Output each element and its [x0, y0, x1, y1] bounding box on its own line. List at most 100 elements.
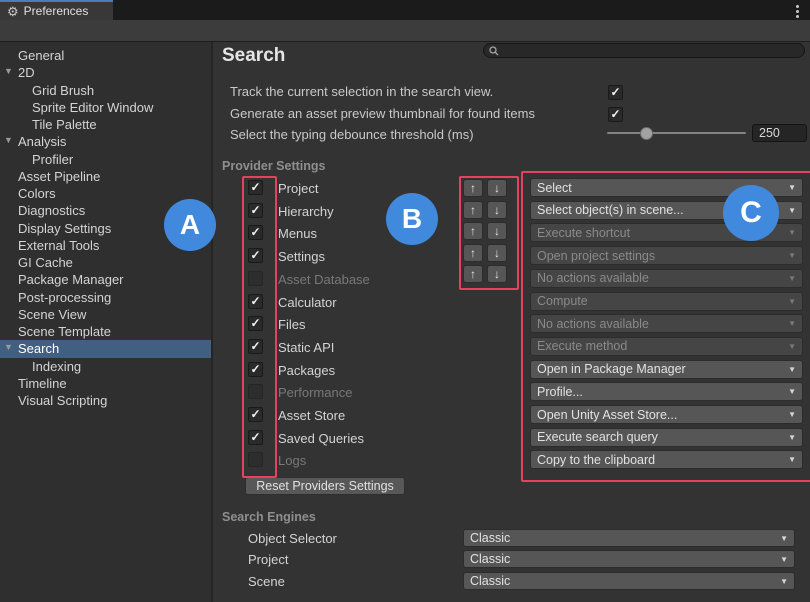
sidebar-item-label: Analysis — [18, 134, 66, 149]
provider-action-dropdown-logs[interactable]: Copy to the clipboard▼ — [530, 450, 803, 469]
expander-icon[interactable]: ▼ — [4, 343, 13, 352]
provider-checkbox-files[interactable]: ✓ — [248, 316, 263, 331]
provider-checkbox-menus[interactable]: ✓ — [248, 225, 263, 240]
provider-checkbox-logs[interactable] — [248, 452, 263, 467]
sidebar-item-colors[interactable]: Colors — [0, 185, 211, 202]
provider-action-dropdown-hierarchy[interactable]: Select object(s) in scene...▼ — [530, 201, 803, 220]
sidebar-item-timeline[interactable]: Timeline — [0, 375, 211, 392]
reset-providers-button[interactable]: Reset Providers Settings — [245, 477, 405, 495]
provider-checkbox-calculator[interactable]: ✓ — [248, 294, 263, 309]
provider-action-dropdown-settings[interactable]: Open project settings▼ — [530, 246, 803, 265]
asset-preview-checkbox[interactable]: ✓ — [608, 107, 623, 122]
provider-checkbox-asset-store[interactable]: ✓ — [248, 407, 263, 422]
expander-icon[interactable]: ▼ — [4, 67, 13, 76]
dropdown-value: No actions available — [537, 317, 649, 331]
track-selection-checkbox[interactable]: ✓ — [608, 85, 623, 100]
check-icon: ✓ — [610, 86, 620, 98]
move-up-button[interactable]: ↑ — [463, 265, 483, 283]
sidebar-item-profiler[interactable]: Profiler — [0, 151, 211, 168]
sidebar-list: General▼2DGrid BrushSprite Editor Window… — [0, 47, 211, 409]
move-up-button[interactable]: ↑ — [463, 179, 483, 197]
check-icon: ✓ — [250, 431, 260, 443]
check-icon: ✓ — [250, 317, 260, 329]
move-up-button[interactable]: ↑ — [463, 222, 483, 240]
expander-icon[interactable]: ▼ — [4, 136, 13, 145]
sidebar-item-diagnostics[interactable]: Diagnostics — [0, 202, 211, 219]
move-up-button[interactable]: ↑ — [463, 201, 483, 219]
provider-action-dropdown-project[interactable]: Select ▼ — [530, 178, 803, 197]
provider-action-dropdown-calculator[interactable]: Compute▼ — [530, 292, 803, 311]
debounce-slider-handle[interactable] — [640, 127, 653, 140]
dropdown-value: No actions available — [537, 271, 649, 285]
dropdown-value: Select — [537, 181, 572, 195]
sidebar-item-grid-brush[interactable]: Grid Brush — [0, 82, 211, 99]
tab-preferences[interactable]: ⚙ Preferences — [0, 0, 113, 20]
check-icon: ✓ — [250, 226, 260, 238]
move-down-button[interactable]: ↓ — [487, 244, 507, 262]
check-icon: ✓ — [250, 249, 260, 261]
sidebar-item-general[interactable]: General — [0, 47, 211, 64]
sidebar-item-label: Scene Template — [18, 324, 111, 339]
provider-checkbox-asset-database[interactable] — [248, 271, 263, 286]
engine-object-selector-dropdown[interactable]: Classic ▼ — [463, 529, 795, 547]
sidebar-item-display-settings[interactable]: Display Settings — [0, 220, 211, 237]
provider-checkbox-performance[interactable] — [248, 384, 263, 399]
sidebar-item-indexing[interactable]: Indexing — [0, 358, 211, 375]
search-input-field[interactable] — [503, 45, 793, 57]
asset-preview-label: Generate an asset preview thumbnail for … — [230, 106, 535, 121]
sidebar-item-tile-palette[interactable]: Tile Palette — [0, 116, 211, 133]
sidebar-item-package-manager[interactable]: Package Manager — [0, 271, 211, 288]
sidebar-item-scene-view[interactable]: Scene View — [0, 306, 211, 323]
provider-action-dropdown-static-api[interactable]: Execute method▼ — [530, 337, 803, 356]
provider-action-dropdown-asset-database[interactable]: No actions available▼ — [530, 269, 803, 288]
sidebar-item-visual-scripting[interactable]: Visual Scripting — [0, 392, 211, 409]
debounce-slider-track[interactable] — [607, 132, 746, 134]
sidebar-item-label: Display Settings — [18, 221, 111, 236]
dropdown-value: Open Unity Asset Store... — [537, 408, 677, 422]
sidebar-item-gi-cache[interactable]: GI Cache — [0, 254, 211, 271]
provider-action-dropdown-performance[interactable]: Profile...▼ — [530, 382, 803, 401]
provider-action-dropdown-files[interactable]: No actions available▼ — [530, 314, 803, 333]
kebab-menu-icon[interactable] — [796, 4, 799, 19]
move-down-button[interactable]: ↓ — [487, 179, 507, 197]
check-icon: ✓ — [250, 204, 260, 216]
sidebar-item-scene-template[interactable]: Scene Template — [0, 323, 211, 340]
sidebar-item-analysis[interactable]: ▼ Analysis — [0, 133, 211, 150]
sidebar: General▼2DGrid BrushSprite Editor Window… — [0, 42, 211, 602]
provider-action-dropdown-saved-queries[interactable]: Execute search query▼ — [530, 428, 803, 447]
dropdown-value: Classic — [470, 552, 510, 566]
sidebar-item-asset-pipeline[interactable]: Asset Pipeline — [0, 168, 211, 185]
provider-action-dropdown-packages[interactable]: Open in Package Manager▼ — [530, 360, 803, 379]
sidebar-item-label: Sprite Editor Window — [32, 100, 153, 115]
provider-checkbox-saved-queries[interactable]: ✓ — [248, 430, 263, 445]
sidebar-item-post-processing[interactable]: Post-processing — [0, 289, 211, 306]
move-down-button[interactable]: ↓ — [487, 222, 507, 240]
sidebar-item-external-tools[interactable]: External Tools — [0, 237, 211, 254]
provider-checkbox-packages[interactable]: ✓ — [248, 362, 263, 377]
chevron-down-icon: ▼ — [788, 387, 796, 396]
provider-checkbox-project[interactable]: ✓ — [248, 180, 263, 195]
provider-action-dropdown-asset-store[interactable]: Open Unity Asset Store... ▼ — [530, 405, 803, 424]
provider-action-dropdown-menus[interactable]: Execute shortcut▼ — [530, 223, 803, 242]
engine-project-dropdown[interactable]: Classic ▼ — [463, 550, 795, 568]
move-down-button[interactable]: ↓ — [487, 201, 507, 219]
dropdown-value: Classic — [470, 574, 510, 588]
engine-scene-dropdown[interactable]: Classic ▼ — [463, 572, 795, 590]
chevron-down-icon: ▼ — [788, 183, 796, 192]
provider-checkbox-settings[interactable]: ✓ — [248, 248, 263, 263]
sidebar-item-label: Search — [18, 341, 59, 356]
sidebar-item-2d[interactable]: ▼2D — [0, 64, 211, 81]
dropdown-value: Classic — [470, 531, 510, 545]
move-up-button[interactable]: ↑ — [463, 244, 483, 262]
sidebar-item-search[interactable]: ▼ Search — [0, 340, 211, 357]
sidebar-item-sprite-editor-window[interactable]: Sprite Editor Window — [0, 99, 211, 116]
provider-checkbox-hierarchy[interactable]: ✓ — [248, 203, 263, 218]
chevron-down-icon: ▼ — [780, 577, 788, 586]
search-input[interactable] — [483, 43, 805, 58]
provider-checkbox-static-api[interactable]: ✓ — [248, 339, 263, 354]
move-down-button[interactable]: ↓ — [487, 265, 507, 283]
provider-label-asset-database: Asset Database — [278, 272, 370, 287]
chevron-down-icon: ▼ — [788, 410, 796, 419]
check-icon: ✓ — [610, 108, 620, 120]
debounce-value-field[interactable]: 250 — [752, 124, 807, 142]
